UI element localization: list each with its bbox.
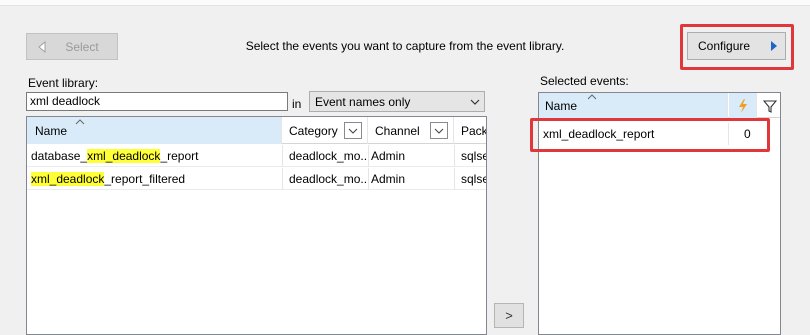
search-scope-value: Event names only [315, 94, 411, 109]
chevron-down-icon [466, 99, 484, 105]
event-channel-cell: Admin [369, 145, 455, 167]
event-category-cell: deadlock_mo... [283, 145, 369, 167]
top-strip [0, 0, 810, 6]
name-match-highlight: xml_deadlock [87, 149, 161, 163]
event-search-input[interactable]: xml deadlock [26, 92, 288, 111]
column-header-channel-label: Channel [375, 123, 420, 138]
event-package-cell: sqlse [461, 149, 487, 163]
column-header-category[interactable]: Category [283, 117, 368, 144]
category-filter-chevron-icon[interactable] [344, 122, 362, 139]
lightning-bolt-icon[interactable] [729, 93, 757, 118]
table-row[interactable]: xml_deadlock _report_filtered deadlock_mo… [27, 168, 486, 190]
grid-header: Name Category Channel Pack [27, 117, 486, 144]
table-row[interactable]: database_ xml_deadlock _report deadlock_mo… [27, 145, 486, 167]
column-header-package[interactable]: Pack [455, 117, 487, 144]
event-category-cell: deadlock_mo... [283, 168, 369, 190]
configure-callout-box [680, 24, 794, 70]
sort-up-icon [75, 117, 85, 127]
event-library-label: Event library: [28, 76, 99, 90]
funnel-icon[interactable] [758, 93, 782, 118]
event-name-cell: xml_deadlock _report_filtered [27, 168, 283, 190]
selected-column-header-name[interactable]: Name [539, 93, 728, 118]
column-header-name-label: Name [35, 123, 68, 138]
name-suffix: _report_filtered [104, 172, 186, 186]
column-header-name[interactable]: Name [27, 117, 282, 144]
column-header-category-label: Category [289, 123, 338, 138]
name-suffix: _report [160, 149, 199, 163]
event-channel-cell: Admin [369, 168, 455, 190]
event-package-cell: sqlse [461, 172, 487, 186]
channel-filter-chevron-icon[interactable] [430, 122, 448, 139]
selected-grid-header: Name [539, 93, 780, 118]
name-match-highlight: xml_deadlock [31, 172, 105, 186]
selected-event-callout-box [530, 118, 770, 152]
in-label: in [292, 97, 302, 111]
add-event-button[interactable]: > [494, 303, 524, 328]
event-library-grid[interactable]: Name Category Channel Pack database_ xml_… [26, 116, 487, 335]
selected-events-label: Selected events: [540, 74, 629, 88]
search-scope-dropdown[interactable]: Event names only [309, 91, 485, 112]
event-name-cell: database_ xml_deadlock _report [27, 145, 283, 167]
column-header-package-label: Pack [461, 123, 487, 138]
column-header-channel[interactable]: Channel [369, 117, 454, 144]
selected-column-header-name-label: Name [545, 98, 578, 113]
name-prefix: database_ [31, 149, 88, 163]
sort-up-icon [587, 92, 597, 102]
